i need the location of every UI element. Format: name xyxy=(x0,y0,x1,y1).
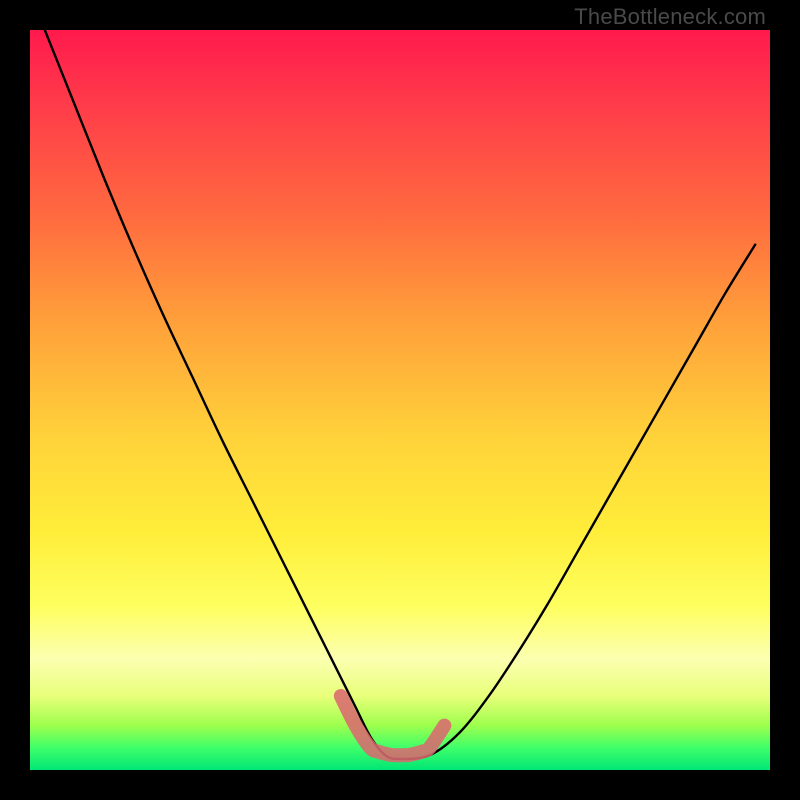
plot-area xyxy=(30,30,770,770)
chart-frame: TheBottleneck.com xyxy=(0,0,800,800)
optimal-band-marker xyxy=(341,696,445,755)
watermark-text: TheBottleneck.com xyxy=(574,4,766,30)
bottleneck-curve xyxy=(45,30,755,759)
curve-layer xyxy=(30,30,770,770)
